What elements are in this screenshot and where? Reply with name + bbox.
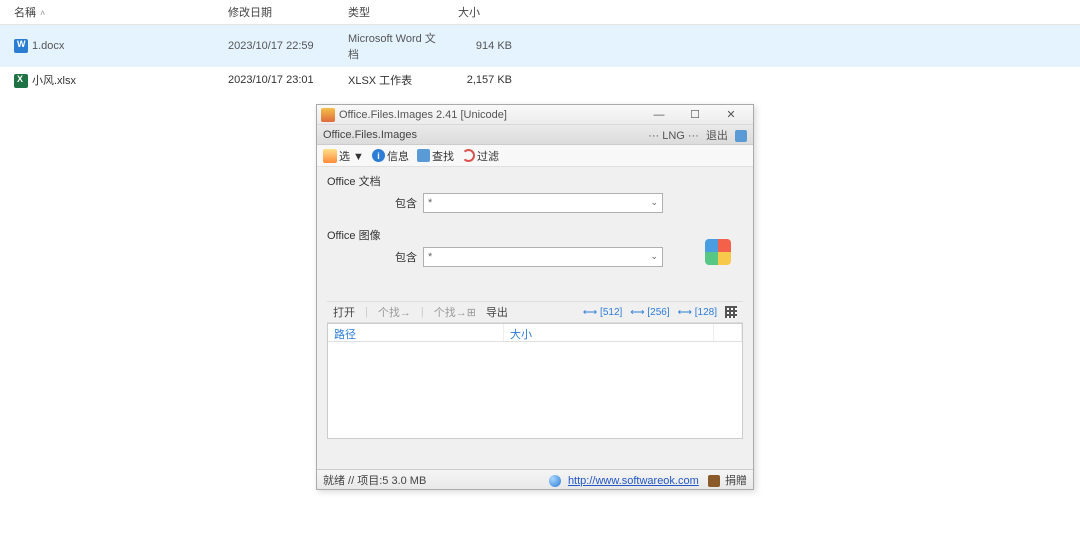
info-button[interactable]: i信息 (372, 148, 409, 164)
info-icon: i (372, 149, 385, 162)
docx-file-icon (14, 39, 28, 53)
minimize-button[interactable]: — (641, 106, 677, 124)
window-title: Office.Files.Images 2.41 [Unicode] (339, 109, 641, 121)
exit-link[interactable]: 退出 (706, 130, 728, 142)
grid-view-icon[interactable] (725, 306, 737, 318)
doc-filter-value: * (428, 197, 432, 209)
col-header-date[interactable]: 修改日期 (220, 0, 340, 25)
select-button[interactable]: 选 ▼ (323, 148, 364, 164)
col-header-path[interactable]: 路径 (328, 324, 504, 341)
export-button[interactable]: 导出 (486, 304, 508, 320)
status-text: 就绪 // 项目:5 3.0 MB (323, 472, 426, 488)
office-image-label: Office 图像 (327, 227, 743, 243)
image-filter-combo[interactable]: * ⌄ (423, 247, 663, 267)
size-256-button[interactable]: ⟷ [256] (630, 307, 669, 318)
status-bar: 就绪 // 项目:5 3.0 MB http://www.softwareok.… (317, 469, 753, 489)
donate-link[interactable]: 捐贈 (725, 475, 747, 487)
exit-icon (735, 130, 747, 142)
include-label: 包含 (387, 249, 423, 265)
size-128-button[interactable]: ⟷ [128] (678, 307, 717, 318)
col-header-size[interactable]: 大小 (450, 0, 520, 25)
col-header-size[interactable]: 大小 (504, 324, 714, 341)
file-type: Microsoft Word 文档 (340, 25, 450, 68)
sub-title-bar: Office.Files.Images ··· LNG ··· 退出 (317, 125, 753, 145)
file-date: 2023/10/17 23:01 (220, 67, 340, 93)
file-name: 小风.xlsx (32, 75, 76, 87)
explorer2-button[interactable]: 个找→⊞ (434, 304, 476, 320)
explorer-button[interactable]: 个找→ (378, 304, 411, 320)
open-button[interactable]: 打开 (333, 304, 355, 320)
xlsx-file-icon (14, 74, 28, 88)
file-type: XLSX 工作表 (340, 67, 450, 93)
office-doc-label: Office 文档 (327, 173, 743, 189)
file-size: 2,157 KB (450, 67, 520, 93)
filter-icon (462, 149, 475, 162)
color-wheel-icon (705, 239, 731, 265)
image-filter-value: * (428, 251, 432, 263)
file-size: 914 KB (450, 25, 520, 68)
size-512-button[interactable]: ⟷ [512] (583, 307, 622, 318)
find-button[interactable]: 查找 (417, 148, 454, 164)
chevron-down-icon: ⌄ (650, 251, 658, 262)
office-doc-group: Office 文档 包含 * ⌄ (327, 173, 743, 213)
globe-icon (549, 475, 561, 487)
app-window: Office.Files.Images 2.41 [Unicode] — ☐ ✕… (316, 104, 754, 490)
file-list-header-row: 名稱˄ 修改日期 类型 大小 (0, 0, 1080, 25)
file-date: 2023/10/17 22:59 (220, 25, 340, 68)
office-image-group: Office 图像 包含 * ⌄ (327, 227, 743, 267)
language-link[interactable]: ··· LNG ··· (648, 130, 699, 142)
result-list-header: 路径 大小 (328, 324, 742, 342)
mid-toolbar: 打开 | 个找→ | 个找→⊞ 导出 ⟷ [512] ⟷ [256] ⟷ [12… (327, 301, 743, 323)
include-label: 包含 (387, 195, 423, 211)
file-name: 1.docx (32, 40, 64, 52)
select-icon (323, 149, 337, 163)
col-header-name[interactable]: 名稱˄ (0, 0, 220, 25)
close-button[interactable]: ✕ (713, 106, 749, 124)
col-header-type[interactable]: 类型 (340, 0, 450, 25)
filter-button[interactable]: 过滤 (462, 148, 499, 164)
donate-icon (708, 475, 720, 487)
file-row[interactable]: 1.docx 2023/10/17 22:59 Microsoft Word 文… (0, 25, 1080, 68)
file-list-table: 名稱˄ 修改日期 类型 大小 1.docx 2023/10/17 22:59 M… (0, 0, 1080, 93)
maximize-button[interactable]: ☐ (677, 106, 713, 124)
file-row[interactable]: 小风.xlsx 2023/10/17 23:01 XLSX 工作表 2,157 … (0, 67, 1080, 93)
body-area: Office 文档 包含 * ⌄ Office 图像 包含 * ⌄ (317, 167, 753, 439)
main-toolbar: 选 ▼ i信息 查找 过滤 (317, 145, 753, 167)
website-link[interactable]: http://www.softwareok.com (568, 475, 699, 487)
doc-filter-combo[interactable]: * ⌄ (423, 193, 663, 213)
chevron-down-icon: ⌄ (650, 197, 658, 208)
find-icon (417, 149, 430, 162)
app-icon (321, 108, 335, 122)
result-list[interactable]: 路径 大小 (327, 323, 743, 439)
title-bar[interactable]: Office.Files.Images 2.41 [Unicode] — ☐ ✕ (317, 105, 753, 125)
subtitle: Office.Files.Images (323, 129, 417, 141)
